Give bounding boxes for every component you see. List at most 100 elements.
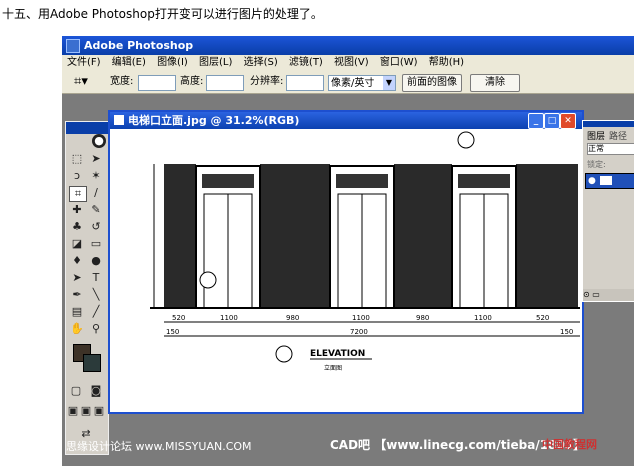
magic-wand-tool-icon[interactable]: ✶ [88, 169, 104, 183]
dim-label: 150 [560, 328, 573, 336]
maximize-button[interactable]: □ [544, 113, 560, 129]
blur-tool-icon[interactable]: ♦ [69, 254, 85, 268]
app-title: Adobe Photoshop [84, 39, 194, 52]
drawing-subheading: 立面图 [324, 364, 342, 372]
wall-panel [260, 164, 330, 308]
menu-window[interactable]: 窗口(W) [380, 57, 418, 68]
page-caption: 十五、用Adobe Photoshop打开变可以进行图片的处理了。 [2, 7, 323, 21]
layer-thumbnail [600, 176, 612, 185]
menu-help[interactable]: 帮助(H) [429, 57, 464, 68]
notes-tool-icon[interactable]: ▤ [69, 305, 85, 319]
wall-panel [394, 164, 452, 308]
dim-label: 1100 [220, 314, 238, 322]
dim-label: 520 [172, 314, 185, 322]
menu-file[interactable]: 文件(F) [67, 57, 101, 68]
chevron-down-icon[interactable]: ▼ [383, 76, 395, 90]
toolbox-palette: ● ⬚ ➤ ↄ ✶ ⌗ ∕ ✚ ✎ ♣ ↺ ◪ ▭ ♦ ● ➤ T ✒ ╲ ▤ … [65, 121, 109, 455]
type-tool-icon[interactable]: T [88, 271, 104, 285]
width-label: 宽度: [110, 76, 134, 87]
close-button[interactable]: ✕ [560, 113, 576, 129]
tab-paths[interactable]: 路径 [609, 129, 627, 142]
clone-stamp-icon[interactable]: ♣ [69, 220, 85, 234]
eraser-tool-icon[interactable]: ◪ [69, 237, 85, 251]
document-icon [114, 115, 124, 125]
menu-view[interactable]: 视图(V) [334, 57, 369, 68]
photoshop-window: Adobe Photoshop 文件(F) 编辑(E) 图像(I) 图层(L) … [62, 36, 634, 466]
detail-marker-circle [457, 131, 475, 149]
resolution-label: 分辨率: [250, 76, 284, 87]
menu-filter[interactable]: 滤镜(T) [289, 57, 323, 68]
healing-brush-icon[interactable]: ✚ [69, 203, 85, 217]
cad-elevation-drawing: 520 1100 980 1100 980 1100 520 150 7200 … [150, 131, 580, 372]
dim-label: 980 [416, 314, 429, 322]
layers-palette: 图层 路径 正常 锁定: ● ⊙ ▭ [582, 120, 634, 302]
menu-layer[interactable]: 图层(L) [199, 57, 232, 68]
history-brush-icon[interactable]: ↺ [88, 220, 104, 234]
resolution-input[interactable] [286, 75, 324, 91]
background-color-swatch[interactable] [83, 354, 101, 372]
menu-image[interactable]: 图像(I) [157, 57, 188, 68]
toolbox-titlebar[interactable] [66, 122, 108, 134]
minimize-button[interactable]: _ [528, 113, 544, 129]
front-image-button[interactable]: 前面的图像 [402, 74, 462, 92]
blend-mode-select[interactable]: 正常 [587, 143, 634, 155]
zoom-tool-icon[interactable]: ⚲ [88, 322, 104, 336]
unit-select[interactable]: 像素/英寸 ▼ [328, 75, 396, 91]
slice-tool-icon[interactable]: ∕ [88, 186, 104, 200]
layer-style-icon[interactable]: ⊙ [583, 290, 590, 299]
brush-tool-icon[interactable]: ✎ [88, 203, 104, 217]
layers-palette-titlebar[interactable] [583, 121, 634, 127]
screen-mode-standard-icon[interactable]: ▣ [67, 404, 79, 418]
dim-label: 150 [166, 328, 179, 336]
unit-select-value: 像素/英寸 [331, 78, 375, 89]
blend-mode-value: 正常 [588, 144, 604, 153]
screen-mode-menu-icon[interactable]: ▣ [80, 404, 92, 418]
gradient-tool-icon[interactable]: ▭ [88, 237, 104, 251]
clear-button[interactable]: 清除 [470, 74, 520, 92]
move-tool-icon[interactable]: ➤ [88, 152, 104, 166]
menu-edit[interactable]: 编辑(E) [112, 57, 146, 68]
quick-mask-icon[interactable]: ◙ [88, 384, 104, 398]
dim-label: 980 [286, 314, 299, 322]
hand-tool-icon[interactable]: ✋ [69, 322, 85, 336]
lock-label: 锁定: [587, 160, 606, 169]
door-header-ornament [458, 174, 510, 188]
dim-label: 1100 [352, 314, 370, 322]
tab-layers[interactable]: 图层 [587, 129, 605, 142]
photoshop-app-icon [66, 39, 80, 53]
eyedropper-tool-icon[interactable]: ╱ [88, 305, 104, 319]
dim-label: 1100 [474, 314, 492, 322]
layer-row-background[interactable]: ● [585, 173, 634, 189]
width-input[interactable] [138, 75, 176, 91]
height-input[interactable] [206, 75, 244, 91]
eye-icon[interactable]: ● [588, 176, 596, 186]
document-window: 电梯口立面.jpg @ 31.2%(RGB) _ □ ✕ 520 1100 98… [108, 110, 584, 414]
path-select-icon[interactable]: ➤ [69, 271, 85, 285]
crop-tool-preset-icon[interactable]: ⌗▾ [74, 74, 102, 90]
section-marker-circle [275, 345, 293, 363]
options-bar: ⌗▾ 宽度: 高度: 分辨率: 像素/英寸 ▼ 前面的图像 清除 [62, 71, 634, 94]
crop-tool-icon[interactable]: ⌗ [69, 186, 87, 202]
line-tool-icon[interactable]: ╲ [88, 288, 104, 302]
dim-label: 7200 [350, 328, 368, 336]
dodge-tool-icon[interactable]: ● [88, 254, 104, 268]
document-titlebar[interactable]: 电梯口立面.jpg @ 31.2%(RGB) _ □ ✕ [110, 112, 582, 129]
watermark-right: 中国教程网 [542, 438, 597, 451]
document-title: 电梯口立面.jpg @ 31.2%(RGB) [128, 114, 300, 127]
marquee-tool-icon[interactable]: ⬚ [69, 152, 85, 166]
dim-label: 520 [536, 314, 549, 322]
layers-bottom-toolbar: ⊙ ▭ [583, 289, 634, 301]
standard-mode-icon[interactable]: ▢ [68, 384, 84, 398]
watermark-left: 思缘设计论坛 www.MISSYUAN.COM [66, 440, 252, 453]
adobe-online-icon[interactable]: ● [92, 134, 106, 148]
folder-icon[interactable]: ▭ [592, 290, 600, 299]
wall-panel [516, 164, 578, 308]
menu-select[interactable]: 选择(S) [244, 57, 278, 68]
door-header-ornament [336, 174, 388, 188]
app-titlebar: Adobe Photoshop [62, 36, 634, 55]
wall-panel [164, 164, 196, 308]
pen-tool-icon[interactable]: ✒ [69, 288, 85, 302]
detail-marker-circle [199, 271, 217, 289]
lasso-tool-icon[interactable]: ↄ [69, 169, 85, 183]
screen-mode-full-icon[interactable]: ▣ [93, 404, 105, 418]
